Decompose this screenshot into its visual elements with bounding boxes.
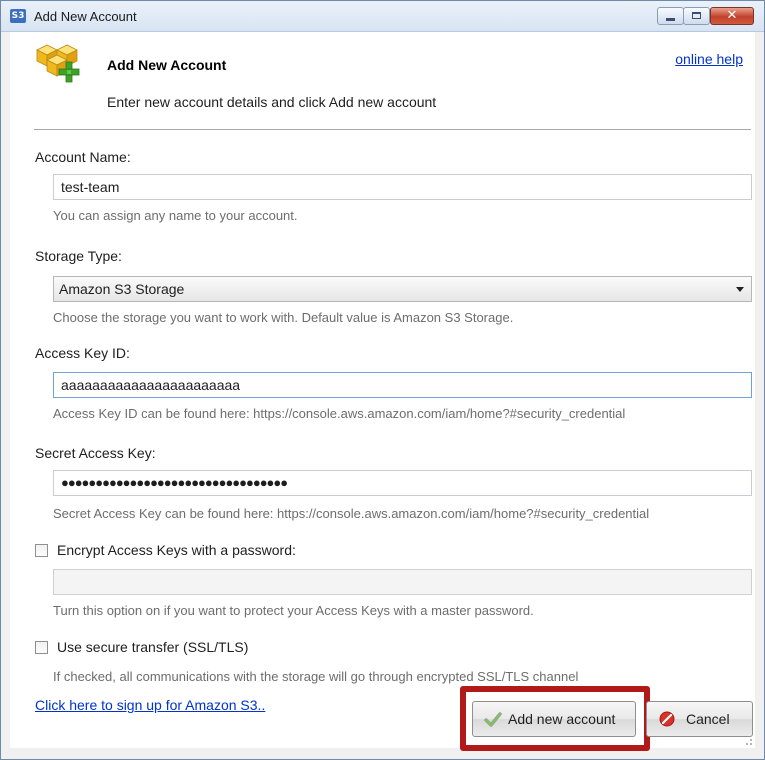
account-name-input[interactable] bbox=[53, 174, 752, 200]
header-divider bbox=[34, 129, 751, 130]
title-bar[interactable]: S3 Add New Account ✕ bbox=[1, 1, 764, 32]
access-key-id-label: Access Key ID: bbox=[35, 345, 130, 361]
secure-transfer-hint: If checked, all communications with the … bbox=[53, 669, 579, 684]
maximize-button[interactable] bbox=[683, 7, 710, 25]
cancel-icon bbox=[659, 711, 675, 727]
resize-grip-icon[interactable] bbox=[743, 736, 753, 746]
secret-access-key-label: Secret Access Key: bbox=[35, 445, 156, 461]
cancel-button[interactable]: Cancel bbox=[646, 701, 753, 737]
checkmark-icon bbox=[484, 712, 502, 727]
secret-access-key-hint: Secret Access Key can be found here: htt… bbox=[53, 506, 650, 521]
storage-type-value: Amazon S3 Storage bbox=[59, 281, 185, 297]
header-title: Add New Account bbox=[107, 57, 227, 73]
add-new-account-label: Add new account bbox=[508, 711, 616, 727]
encrypt-checkbox[interactable] bbox=[35, 544, 48, 557]
account-name-label: Account Name: bbox=[35, 149, 131, 165]
account-name-hint: You can assign any name to your account. bbox=[53, 208, 298, 223]
master-password-input[interactable] bbox=[53, 569, 752, 595]
online-help-link[interactable]: online help bbox=[675, 51, 743, 67]
encrypt-checkbox-label[interactable]: Encrypt Access Keys with a password: bbox=[57, 542, 296, 558]
access-key-id-hint: Access Key ID can be found here: https:/… bbox=[53, 406, 626, 421]
cancel-label: Cancel bbox=[686, 711, 730, 727]
minimize-button[interactable] bbox=[657, 7, 684, 25]
add-new-account-button[interactable]: Add new account bbox=[472, 701, 636, 737]
encrypt-hint: Turn this option on if you want to prote… bbox=[53, 603, 534, 618]
secure-transfer-checkbox[interactable] bbox=[35, 641, 48, 654]
maximize-icon bbox=[692, 12, 701, 19]
storage-type-select[interactable]: Amazon S3 Storage bbox=[53, 276, 752, 302]
minimize-icon bbox=[666, 18, 675, 21]
s3-app-icon: S3 bbox=[10, 9, 26, 23]
storage-type-hint: Choose the storage you want to work with… bbox=[53, 310, 514, 325]
close-icon: ✕ bbox=[726, 8, 738, 23]
header-subtitle: Enter new account details and click Add … bbox=[107, 94, 437, 110]
secret-access-key-input[interactable] bbox=[53, 470, 752, 496]
storage-type-label: Storage Type: bbox=[35, 248, 122, 264]
window-title: Add New Account bbox=[34, 9, 137, 24]
dialog-content: Add New Account online help Enter new ac… bbox=[10, 32, 755, 751]
boxes-add-icon bbox=[36, 44, 80, 83]
signup-link[interactable]: Click here to sign up for Amazon S3.. bbox=[35, 697, 265, 713]
dialog-window: S3 Add New Account ✕ Add New Account onl… bbox=[0, 0, 765, 760]
chevron-down-icon bbox=[736, 287, 744, 292]
close-button[interactable]: ✕ bbox=[710, 7, 754, 25]
secure-transfer-label[interactable]: Use secure transfer (SSL/TLS) bbox=[57, 639, 248, 655]
access-key-id-input[interactable] bbox=[53, 372, 752, 398]
